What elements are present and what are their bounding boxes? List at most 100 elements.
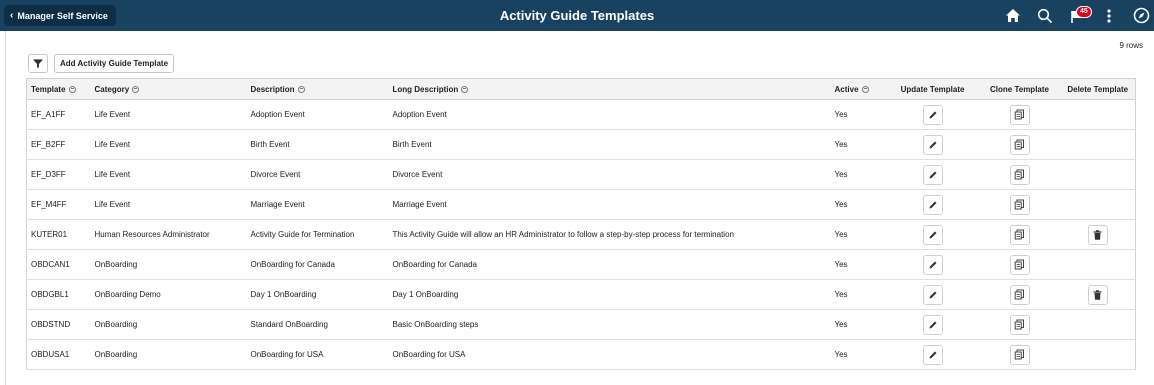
navbar-compass-icon[interactable] xyxy=(1132,7,1150,25)
cell-update xyxy=(886,249,979,280)
delete-template-button[interactable] xyxy=(1087,224,1108,245)
page-title: Activity Guide Templates xyxy=(499,8,655,23)
add-template-button[interactable]: Add Activity Guide Template xyxy=(54,54,175,73)
more-options-icon[interactable] xyxy=(1100,7,1118,25)
cell-clone xyxy=(978,249,1061,280)
grid-body: EF_A1FF Life Event Adoption Event Adoption … xyxy=(26,99,1136,370)
cell-long-description: Marriage Event xyxy=(388,189,831,220)
cell-active: Yes xyxy=(830,219,887,250)
edit-template-button[interactable] xyxy=(922,104,943,125)
edit-template-button[interactable] xyxy=(922,344,943,365)
notification-count-badge: 45 xyxy=(1076,5,1092,18)
cell-category: Life Event xyxy=(90,189,247,220)
cell-delete xyxy=(1060,219,1136,250)
clone-template-button[interactable] xyxy=(1009,194,1030,215)
cell-active: Yes xyxy=(830,159,887,190)
clone-template-button[interactable] xyxy=(1009,284,1030,305)
table-row[interactable]: KUTER01 Human Resources Administrator Acti… xyxy=(26,219,1136,250)
cell-clone xyxy=(978,219,1061,250)
edit-template-button[interactable] xyxy=(922,164,943,185)
column-header-active[interactable]: Active xyxy=(830,78,887,100)
pencil-icon xyxy=(928,170,938,180)
table-row[interactable]: EF_B2FF Life Event Birth Event Birth Event Y… xyxy=(26,129,1136,160)
cell-category: OnBoarding Demo xyxy=(90,279,247,310)
column-header-template[interactable]: Template xyxy=(26,78,91,100)
left-border xyxy=(5,31,6,385)
cell-description: Adoption Event xyxy=(246,99,389,130)
cell-update xyxy=(886,279,979,310)
edit-template-button[interactable] xyxy=(922,134,943,155)
cell-active: Yes xyxy=(830,99,887,130)
home-icon[interactable] xyxy=(1004,7,1022,25)
cell-update xyxy=(886,189,979,220)
cell-category: Life Event xyxy=(90,129,247,160)
clone-template-button[interactable] xyxy=(1009,224,1030,245)
edit-template-button[interactable] xyxy=(922,194,943,215)
sort-icon xyxy=(132,85,140,93)
delete-template-button[interactable] xyxy=(1087,284,1108,305)
table-row[interactable]: OBDGBL1 OnBoarding Demo Day 1 OnBoarding Da… xyxy=(26,279,1136,310)
edit-template-button[interactable] xyxy=(922,254,943,275)
table-row[interactable]: EF_M4FF Life Event Marriage Event Marriage … xyxy=(26,189,1136,220)
cell-clone xyxy=(978,99,1061,130)
edit-template-button[interactable] xyxy=(922,314,943,335)
cell-category: Human Resources Administrator xyxy=(90,219,247,250)
table-row[interactable]: EF_D3FF Life Event Divorce Event Divorce Ev… xyxy=(26,159,1136,190)
cell-template: OBDUSA1 xyxy=(26,339,91,370)
cell-delete xyxy=(1060,159,1136,190)
cell-description: Standard OnBoarding xyxy=(246,309,389,340)
table-row[interactable]: OBDUSA1 OnBoarding OnBoarding for USA OnBoa… xyxy=(26,339,1136,370)
cell-delete xyxy=(1060,189,1136,220)
clone-template-button[interactable] xyxy=(1009,164,1030,185)
back-button[interactable]: ‹ Manager Self Service xyxy=(4,5,116,26)
cell-clone xyxy=(978,279,1061,310)
search-icon[interactable] xyxy=(1036,7,1054,25)
grid-header-row: Template Category Description Long Descr… xyxy=(26,78,1136,100)
table-row[interactable]: EF_A1FF Life Event Adoption Event Adoption … xyxy=(26,99,1136,130)
clone-icon xyxy=(1014,289,1025,300)
cell-long-description: OnBoarding for Canada xyxy=(388,249,831,280)
cell-category: OnBoarding xyxy=(90,309,247,340)
cell-long-description: Adoption Event xyxy=(388,99,831,130)
clone-template-button[interactable] xyxy=(1009,344,1030,365)
back-button-label: Manager Self Service xyxy=(17,10,108,21)
cell-long-description: Divorce Event xyxy=(388,159,831,190)
column-header-category[interactable]: Category xyxy=(90,78,247,100)
pencil-icon xyxy=(928,230,938,240)
filter-button[interactable] xyxy=(28,54,48,73)
cell-update xyxy=(886,129,979,160)
clone-template-button[interactable] xyxy=(1009,254,1030,275)
notification-flag-icon[interactable]: 45 xyxy=(1068,5,1092,25)
cell-delete xyxy=(1060,309,1136,340)
table-row[interactable]: OBDCAN1 OnBoarding OnBoarding for Canada On… xyxy=(26,249,1136,280)
cell-template: KUTER01 xyxy=(26,219,91,250)
pencil-icon xyxy=(928,260,938,270)
clone-icon xyxy=(1014,229,1025,240)
cell-description: Day 1 OnBoarding xyxy=(246,279,389,310)
grid-toolbar: Add Activity Guide Template xyxy=(26,53,1135,78)
column-header-update: Update Template xyxy=(886,78,979,100)
cell-clone xyxy=(978,339,1061,370)
sort-icon xyxy=(461,85,469,93)
column-header-delete: Delete Template xyxy=(1060,78,1136,100)
column-header-description[interactable]: Description xyxy=(246,78,389,100)
top-banner: ‹ Manager Self Service Activity Guide Te… xyxy=(0,0,1154,31)
cell-description: Birth Event xyxy=(246,129,389,160)
cell-long-description: Birth Event xyxy=(388,129,831,160)
clone-icon xyxy=(1014,349,1025,360)
column-header-long-description[interactable]: Long Description xyxy=(388,78,831,100)
table-row[interactable]: OBDSTND OnBoarding Standard OnBoarding Basi… xyxy=(26,309,1136,340)
edit-template-button[interactable] xyxy=(922,224,943,245)
clone-template-button[interactable] xyxy=(1009,134,1030,155)
cell-active: Yes xyxy=(830,129,887,160)
clone-icon xyxy=(1014,199,1025,210)
clone-template-button[interactable] xyxy=(1009,314,1030,335)
cell-update xyxy=(886,309,979,340)
edit-template-button[interactable] xyxy=(922,284,943,305)
clone-template-button[interactable] xyxy=(1009,104,1030,125)
cell-category: OnBoarding xyxy=(90,339,247,370)
pencil-icon xyxy=(928,350,938,360)
cell-description: OnBoarding for USA xyxy=(246,339,389,370)
clone-icon xyxy=(1014,259,1025,270)
cell-category: Life Event xyxy=(90,99,247,130)
